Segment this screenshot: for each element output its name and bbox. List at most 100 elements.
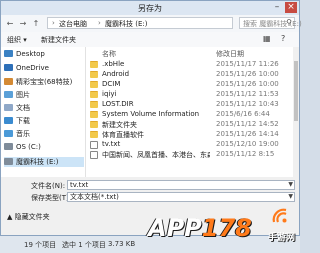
folder-icon: [90, 131, 98, 138]
nav-item-label: 图片: [16, 91, 30, 99]
selected-count: 选中 1 个项目: [62, 241, 106, 249]
help-icon[interactable]: ?: [281, 34, 285, 43]
search-icon: ⚲: [286, 18, 292, 27]
file-date: 2015/11/26 14:14: [216, 130, 279, 138]
nav-item-user[interactable]: 精彩宝宝(68特技): [4, 77, 84, 87]
file-name: .xbHle: [102, 60, 125, 68]
file-date: 2015/11/12 11:53: [216, 90, 279, 98]
command-bar: 组织 ▾ 新建文件夹 ▦ ?: [1, 32, 299, 48]
file-list: 名称 修改日期 .xbHle 2015/11/17 11:26 Android …: [86, 47, 299, 177]
view-icon[interactable]: ▦: [263, 34, 271, 43]
vertical-scrollbar[interactable]: [293, 47, 299, 177]
filename-label: 文件名(N):: [31, 182, 66, 190]
folder-icon: [90, 111, 98, 118]
nav-item-pictures[interactable]: 图片: [4, 90, 84, 100]
new-folder-button[interactable]: 新建文件夹: [41, 35, 76, 45]
drive-icon: [4, 143, 13, 150]
file-name: LOST.DIR: [102, 100, 134, 108]
filename-field[interactable]: tv.txt ▼: [67, 180, 295, 190]
nav-item-label: OS (C:): [16, 143, 41, 151]
nav-item-onedrive[interactable]: OneDrive: [4, 64, 84, 74]
watermark-site: 手游网: [268, 233, 296, 243]
watermark-app: APP: [148, 214, 202, 242]
drive-icon: [4, 158, 13, 165]
up-arrow-icon[interactable]: ↑: [31, 18, 41, 29]
list-item[interactable]: tv.txt 2015/12/10 19:00: [86, 140, 293, 149]
column-header-name[interactable]: 名称: [102, 49, 116, 59]
file-name: tv.txt: [102, 140, 121, 148]
file-name: 新建文件夹: [102, 121, 137, 129]
list-item[interactable]: Android 2015/11/26 10:00: [86, 70, 293, 79]
save-fields: 文件名(N): tv.txt ▼ 保存类型(T): 文本文档(*.txt) ▼: [1, 177, 299, 205]
nav-item-drive-e[interactable]: 魔霸科技 (E:): [4, 157, 84, 167]
minimize-button[interactable]: –: [271, 2, 283, 13]
watermark-num: 178: [201, 214, 252, 242]
documents-icon: [4, 104, 13, 111]
list-item[interactable]: iqiyi 2015/11/12 11:53: [86, 90, 293, 99]
signal-logo-icon: [272, 208, 287, 223]
text-file-icon: [90, 151, 98, 159]
nav-item-label: 文档: [16, 104, 30, 112]
list-item[interactable]: .xbHle 2015/11/17 11:26: [86, 60, 293, 69]
nav-item-label: 魔霸科技 (E:): [16, 158, 59, 166]
chevron-up-icon: ▲: [7, 213, 15, 221]
watermark-logo: APP178 手游网: [148, 204, 298, 253]
nav-item-desktop[interactable]: Desktop: [4, 50, 84, 60]
list-item[interactable]: System Volume Information 2015/6/16 6:44: [86, 110, 293, 119]
search-placeholder: 搜索 魔霸科技 (E:): [243, 20, 302, 28]
list-item[interactable]: LOST.DIR 2015/11/12 10:43: [86, 100, 293, 109]
column-header-date[interactable]: 修改日期: [216, 49, 244, 59]
selected-size: 3.73 KB: [108, 240, 136, 248]
breadcrumb[interactable]: › 这台电脑 › 魔霸科技 (E:): [47, 17, 233, 29]
nav-item-documents[interactable]: 文档: [4, 103, 84, 113]
savetype-value: 文本文档(*.txt): [70, 193, 119, 201]
file-date: 2015/11/17 11:26: [216, 60, 279, 68]
cloud-icon: [4, 64, 13, 71]
savetype-label: 保存类型(T):: [31, 194, 72, 202]
window-title: 另存为: [138, 4, 162, 13]
hide-folders-label: 隐藏文件夹: [14, 213, 50, 221]
close-button[interactable]: ×: [285, 2, 297, 13]
breadcrumb-this-pc[interactable]: 这台电脑: [59, 19, 87, 29]
downloads-icon: [4, 117, 13, 124]
folder-icon: [90, 81, 98, 88]
watermark-text: APP178: [148, 214, 252, 242]
desktop-icon: [4, 50, 13, 57]
file-date: 2015/11/12 10:43: [216, 100, 279, 108]
nav-item-music[interactable]: 音乐: [4, 129, 84, 139]
organize-menu[interactable]: 组织 ▾: [7, 35, 27, 45]
search-input[interactable]: 搜索 魔霸科技 (E:) ⚲: [239, 17, 302, 29]
pictures-icon: [4, 91, 13, 98]
save-as-dialog: 另存为 – × ← → ↑ › 这台电脑 › 魔霸科技 (E:) 搜索 魔霸科技…: [0, 0, 302, 236]
folder-icon: [90, 101, 98, 108]
forward-arrow-icon[interactable]: →: [18, 18, 28, 29]
folder-icon: [90, 91, 98, 98]
file-date: 2015/6/16 6:44: [216, 110, 270, 118]
breadcrumb-drive-e[interactable]: 魔霸科技 (E:): [105, 19, 147, 29]
list-item[interactable]: 体育直播软件 2015/11/26 14:14: [86, 130, 293, 139]
hide-folders-toggle[interactable]: ▲ 隐藏文件夹: [7, 212, 50, 222]
file-date: 2015/11/26 10:00: [216, 80, 279, 88]
nav-item-downloads[interactable]: 下载: [4, 116, 84, 126]
folder-icon: [90, 121, 98, 128]
nav-item-label: 精彩宝宝(68特技): [16, 78, 73, 86]
file-name: DCIM: [102, 80, 121, 88]
file-name: System Volume Information: [102, 110, 200, 118]
chevron-down-icon[interactable]: ▼: [288, 181, 293, 189]
list-item[interactable]: 中国新闻、凤凰首播、本港台、东森卫视... 2015/11/12 8:15: [86, 150, 293, 159]
back-arrow-icon[interactable]: ←: [5, 18, 15, 29]
breadcrumb-separator: ›: [52, 19, 55, 27]
list-item[interactable]: 新建文件夹 2015/11/12 14:52: [86, 120, 293, 129]
nav-item-drive-c[interactable]: OS (C:): [4, 143, 84, 153]
chevron-down-icon[interactable]: ▼: [288, 193, 293, 201]
list-item[interactable]: DCIM 2015/11/26 10:00: [86, 80, 293, 89]
text-file-icon: [90, 141, 98, 149]
file-date: 2015/11/26 10:00: [216, 70, 279, 78]
item-count: 19 个项目: [24, 241, 57, 249]
savetype-select[interactable]: 文本文档(*.txt) ▼: [67, 192, 295, 202]
nav-item-label: OneDrive: [16, 64, 49, 72]
file-name: iqiyi: [102, 90, 117, 98]
nav-item-label: Desktop: [16, 50, 45, 58]
folder-icon: [90, 71, 98, 78]
scrollbar-thumb[interactable]: [294, 61, 298, 121]
